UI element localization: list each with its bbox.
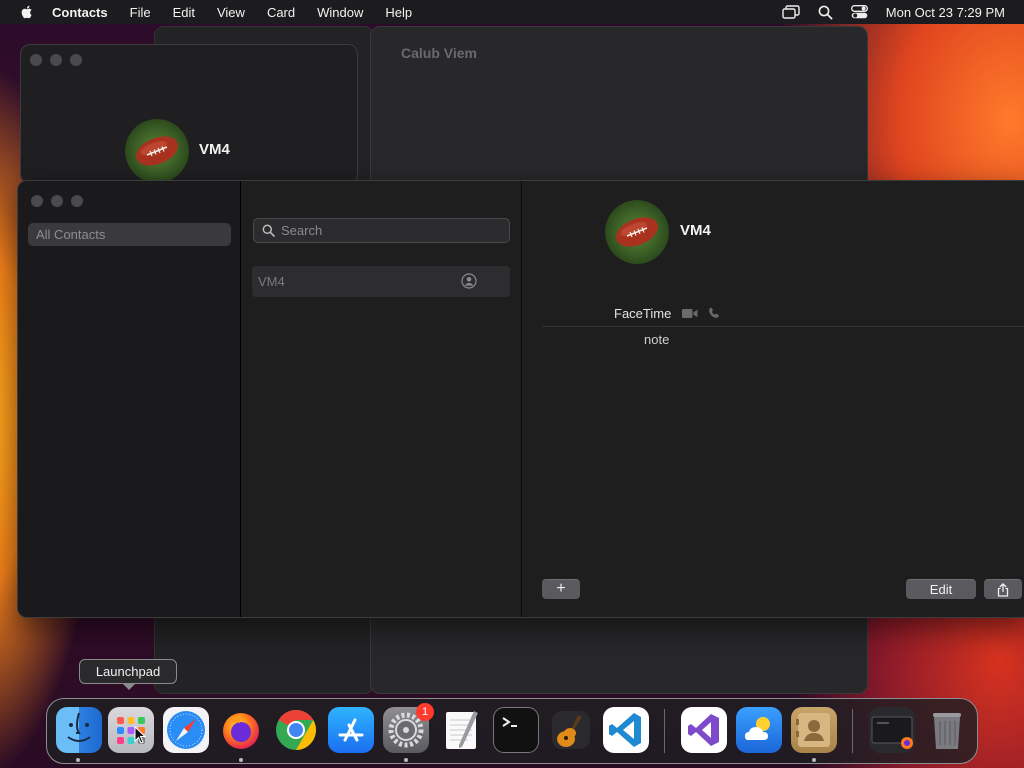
sidebar-item-all-contacts[interactable]: All Contacts	[28, 223, 231, 246]
dock-separator	[852, 709, 853, 753]
launchpad-icon[interactable]	[108, 707, 154, 753]
edit-button[interactable]: Edit	[906, 579, 976, 599]
finder-icon[interactable]	[56, 707, 102, 753]
chrome-icon[interactable]	[273, 707, 319, 753]
menu-view[interactable]: View	[217, 5, 245, 20]
vscode-icon[interactable]	[603, 707, 649, 753]
menu-help[interactable]: Help	[385, 5, 412, 20]
running-indicator	[76, 758, 80, 762]
note-label[interactable]: note	[644, 332, 669, 347]
contacts-icon[interactable]	[791, 707, 837, 753]
apple-menu-icon[interactable]	[19, 4, 35, 20]
window-controls	[30, 54, 82, 66]
contact-list-item[interactable]: VM4	[252, 266, 510, 297]
zoom-button[interactable]	[70, 54, 82, 66]
contact-detail-pane: VM4 FaceTime note + Edit	[522, 181, 1024, 617]
textedit-icon[interactable]	[438, 707, 484, 753]
control-center-icon[interactable]	[850, 5, 868, 19]
close-button[interactable]	[30, 54, 42, 66]
search-icon	[262, 224, 275, 237]
safari-icon[interactable]	[163, 707, 209, 753]
weather-icon[interactable]	[736, 707, 782, 753]
contact-detail-name: VM4	[680, 222, 711, 239]
background-window-title: Calub Viem	[401, 45, 477, 61]
facetime-actions	[682, 307, 720, 319]
contact-avatar	[605, 200, 669, 264]
dock-separator	[664, 709, 665, 753]
mouse-pointer-icon	[134, 726, 146, 744]
garageband-icon[interactable]	[548, 707, 594, 753]
running-indicator	[812, 758, 816, 762]
contact-list-pane: VM4	[241, 181, 522, 617]
menu-file[interactable]: File	[130, 5, 151, 20]
contact-list-item-name: VM4	[258, 274, 285, 289]
firefox-icon[interactable]	[218, 707, 264, 753]
running-indicator	[404, 758, 408, 762]
phone-icon[interactable]	[708, 307, 720, 319]
app-store-icon[interactable]	[328, 707, 374, 753]
zoom-button[interactable]	[71, 195, 83, 207]
contact-name: VM4	[199, 141, 230, 158]
search-field[interactable]	[253, 218, 510, 243]
video-camera-icon[interactable]	[682, 308, 698, 319]
close-button[interactable]	[31, 195, 43, 207]
menu-bar: Contacts File Edit View Card Window Help…	[0, 0, 1024, 24]
menu-clock[interactable]: Mon Oct 23 7:29 PM	[886, 5, 1005, 20]
menu-window[interactable]: Window	[317, 5, 363, 20]
facetime-label: FaceTime	[614, 306, 672, 321]
notification-badge: 1	[416, 703, 434, 721]
avatar	[125, 119, 189, 183]
menu-edit[interactable]: Edit	[173, 5, 195, 20]
visual-studio-icon[interactable]	[681, 707, 727, 753]
field-divider	[542, 326, 1024, 327]
add-field-button[interactable]: +	[542, 579, 580, 599]
terminal-icon[interactable]	[493, 707, 539, 753]
window-controls	[31, 195, 83, 207]
contacts-window[interactable]: All Contacts VM4 VM4 FaceTime	[17, 180, 1024, 618]
dock: 1	[46, 698, 978, 764]
groups-sidebar: All Contacts	[18, 181, 241, 617]
running-indicator	[239, 758, 243, 762]
share-button[interactable]	[984, 579, 1022, 599]
menu-app-contacts[interactable]: Contacts	[52, 5, 108, 20]
dock-tooltip: Launchpad	[79, 659, 177, 690]
search-input[interactable]	[281, 223, 501, 238]
contact-card-window[interactable]: VM4	[20, 44, 358, 184]
my-card-person-icon	[461, 273, 477, 289]
menu-card[interactable]: Card	[267, 5, 295, 20]
screen-mirroring-icon[interactable]	[782, 5, 800, 19]
spotlight-search-icon[interactable]	[818, 5, 833, 20]
minimize-button[interactable]	[50, 54, 62, 66]
share-icon	[997, 583, 1009, 597]
downloads-folder-icon[interactable]	[869, 707, 915, 753]
minimize-button[interactable]	[51, 195, 63, 207]
trash-icon[interactable]	[924, 707, 970, 753]
